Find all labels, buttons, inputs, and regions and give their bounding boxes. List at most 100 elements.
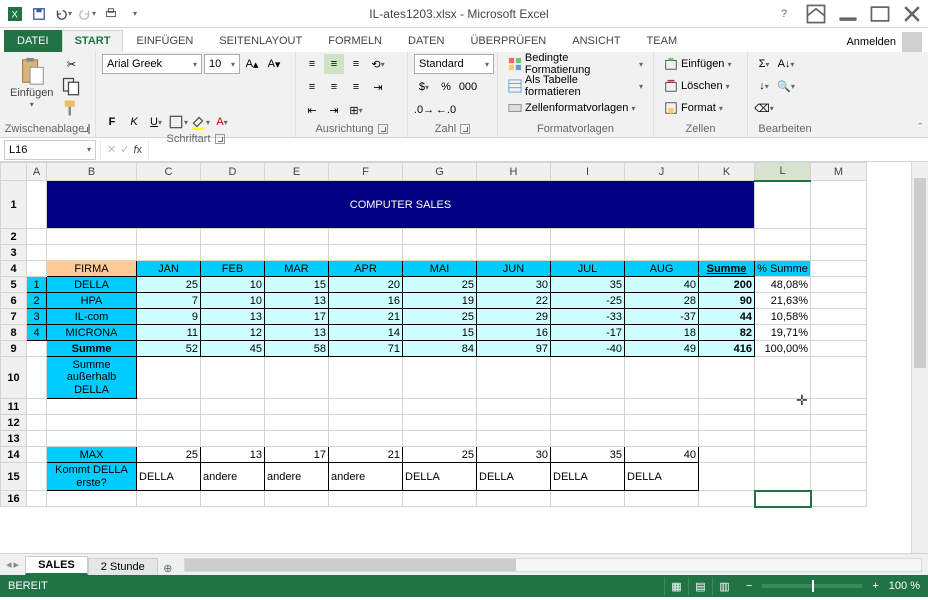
header-month[interactable]: MAI: [403, 261, 477, 277]
row-num[interactable]: 4: [27, 325, 47, 341]
row-header[interactable]: 8: [1, 325, 27, 341]
autosum-icon[interactable]: Σ▾: [754, 54, 774, 74]
row-header[interactable]: 11: [1, 399, 27, 415]
row-header[interactable]: 6: [1, 293, 27, 309]
firma-cell[interactable]: MICRONA: [47, 325, 137, 341]
question-label[interactable]: Kommt DELLAerste?: [47, 463, 137, 491]
max-cell[interactable]: 13: [201, 447, 265, 463]
conditional-formatting-button[interactable]: Bedingte Formatierung▾: [504, 54, 647, 74]
data-cell[interactable]: 29: [477, 309, 551, 325]
header-month[interactable]: JUL: [551, 261, 625, 277]
clipboard-launcher[interactable]: [88, 124, 90, 134]
row-header[interactable]: 10: [1, 357, 27, 399]
sheet-nav-prev-icon[interactable]: ◂: [6, 558, 12, 571]
question-cell[interactable]: DELLA: [137, 463, 201, 491]
horizontal-scrollbar[interactable]: [184, 558, 922, 572]
signin-link[interactable]: Anmelden: [846, 36, 896, 48]
col-header[interactable]: D: [201, 163, 265, 181]
sum-cell[interactable]: 200: [699, 277, 755, 293]
pct-cell[interactable]: 100,00%: [755, 341, 811, 357]
col-header[interactable]: E: [265, 163, 329, 181]
data-cell[interactable]: 15: [403, 325, 477, 341]
title-cell[interactable]: COMPUTER SALES: [47, 181, 755, 229]
find-select-icon[interactable]: 🔍▾: [776, 76, 796, 96]
view-pagelayout-icon[interactable]: ▤: [688, 577, 712, 595]
header-pct[interactable]: % Summe: [755, 261, 811, 277]
data-cell[interactable]: 45: [201, 341, 265, 357]
data-cell[interactable]: 97: [477, 341, 551, 357]
pct-cell[interactable]: 21,63%: [755, 293, 811, 309]
tab-insert[interactable]: EINFÜGEN: [123, 30, 206, 52]
max-cell[interactable]: 35: [551, 447, 625, 463]
col-header[interactable]: F: [329, 163, 403, 181]
percent-icon[interactable]: %: [436, 77, 456, 97]
tab-pagelayout[interactable]: SEITENLAYOUT: [206, 30, 315, 52]
align-launcher[interactable]: [378, 124, 388, 134]
zoom-slider[interactable]: [762, 584, 862, 588]
vertical-scrollbar[interactable]: [911, 162, 928, 553]
question-cell[interactable]: andere: [265, 463, 329, 491]
row-header[interactable]: 13: [1, 431, 27, 447]
data-cell[interactable]: 10: [201, 293, 265, 309]
sum-cell[interactable]: 90: [699, 293, 755, 309]
tab-view[interactable]: ANSICHT: [559, 30, 633, 52]
data-cell[interactable]: 84: [403, 341, 477, 357]
data-cell[interactable]: 11: [137, 325, 201, 341]
col-header[interactable]: G: [403, 163, 477, 181]
max-cell[interactable]: 17: [265, 447, 329, 463]
data-cell[interactable]: 25: [137, 277, 201, 293]
align-bottom-icon[interactable]: ≡: [346, 54, 366, 74]
row-header[interactable]: 16: [1, 491, 27, 507]
firma-cell[interactable]: IL-com: [47, 309, 137, 325]
col-header[interactable]: I: [551, 163, 625, 181]
header-summe[interactable]: Summe: [699, 261, 755, 277]
data-cell[interactable]: 9: [137, 309, 201, 325]
sheet-tab-2stunde[interactable]: 2 Stunde: [88, 558, 158, 575]
align-middle-icon[interactable]: ≡: [324, 54, 344, 74]
undo-icon[interactable]: ▾: [52, 3, 74, 25]
header-month[interactable]: AUG: [625, 261, 699, 277]
sum-cell[interactable]: 416: [699, 341, 755, 357]
data-cell[interactable]: 17: [265, 309, 329, 325]
format-cells-button[interactable]: Format▾: [660, 98, 735, 118]
data-cell[interactable]: 13: [201, 309, 265, 325]
data-cell[interactable]: 35: [551, 277, 625, 293]
align-center-icon[interactable]: ≡: [324, 77, 344, 97]
max-cell[interactable]: 25: [137, 447, 201, 463]
col-header[interactable]: J: [625, 163, 699, 181]
tab-review[interactable]: ÜBERPRÜFEN: [457, 30, 559, 52]
tab-team[interactable]: Team: [634, 30, 691, 52]
data-cell[interactable]: 22: [477, 293, 551, 309]
merge-button[interactable]: ⊞▾: [346, 100, 366, 120]
pct-cell[interactable]: 19,71%: [755, 325, 811, 341]
font-color-button[interactable]: A▾: [212, 112, 232, 132]
question-cell[interactable]: DELLA: [403, 463, 477, 491]
close-icon[interactable]: [900, 4, 924, 24]
italic-button[interactable]: K: [124, 112, 144, 132]
increase-font-icon[interactable]: A▴: [242, 54, 262, 74]
zoom-out-button[interactable]: −: [746, 580, 752, 592]
row-num[interactable]: 1: [27, 277, 47, 293]
data-cell[interactable]: 13: [265, 293, 329, 309]
format-as-table-button[interactable]: Als Tabelle formatieren▾: [504, 76, 647, 96]
cell-styles-button[interactable]: Zellenformatvorlagen▾: [504, 98, 647, 118]
minimize-icon[interactable]: [836, 4, 860, 24]
collapse-ribbon-icon[interactable]: ˆ: [918, 122, 922, 134]
data-cell[interactable]: 15: [265, 277, 329, 293]
data-cell[interactable]: 21: [329, 309, 403, 325]
wrap-text-icon[interactable]: ⇥: [368, 77, 388, 97]
decrease-decimal-icon[interactable]: ←.0: [436, 100, 456, 120]
data-cell[interactable]: 58: [265, 341, 329, 357]
font-size-select[interactable]: 10▾: [204, 54, 240, 74]
firma-cell[interactable]: HPA: [47, 293, 137, 309]
help-icon[interactable]: ?: [772, 4, 796, 24]
currency-icon[interactable]: $▾: [414, 77, 434, 97]
row-num[interactable]: 3: [27, 309, 47, 325]
data-cell[interactable]: -25: [551, 293, 625, 309]
fill-icon[interactable]: ↓▾: [754, 76, 774, 96]
selected-cell[interactable]: [755, 491, 811, 507]
data-cell[interactable]: 40: [625, 277, 699, 293]
avatar-icon[interactable]: [902, 32, 922, 52]
data-cell[interactable]: -37: [625, 309, 699, 325]
data-cell[interactable]: 71: [329, 341, 403, 357]
